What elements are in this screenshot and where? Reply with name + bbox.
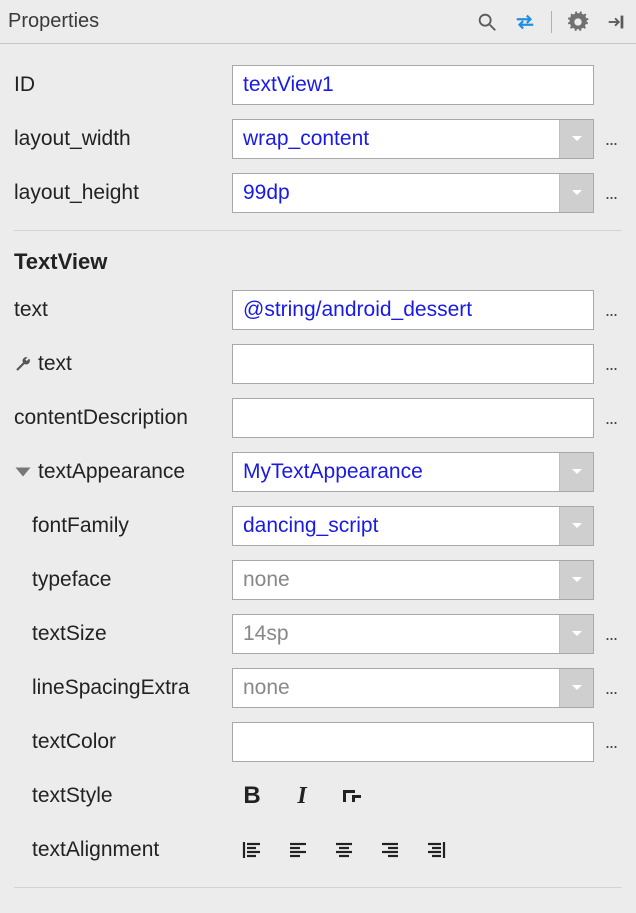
more-button-text-color[interactable]: ...: [600, 732, 622, 753]
row-text-size: textSize ...: [14, 607, 622, 661]
allcaps-toggle-icon[interactable]: [338, 782, 366, 810]
dropdown-arrow-icon[interactable]: [559, 453, 593, 491]
align-center-icon[interactable]: [330, 836, 358, 864]
input-text-size[interactable]: [233, 615, 559, 653]
panel-header: Properties: [0, 0, 636, 44]
input-typeface[interactable]: [233, 561, 559, 599]
row-content-description: contentDescription ...: [14, 391, 622, 445]
dropdown-arrow-icon[interactable]: [559, 561, 593, 599]
label-typeface: typeface: [14, 568, 232, 592]
wrench-icon: [14, 355, 32, 373]
dropdown-arrow-icon[interactable]: [559, 669, 593, 707]
more-button-text[interactable]: ...: [600, 300, 622, 321]
input-layout-height[interactable]: [233, 174, 559, 212]
panel-title: Properties: [8, 10, 475, 33]
input-text[interactable]: [232, 290, 594, 330]
align-view-end-icon[interactable]: [422, 836, 450, 864]
properties-body: ID layout_width ... layout_height ... Te…: [0, 44, 636, 888]
more-button-layout-width[interactable]: ...: [600, 129, 622, 150]
input-text-color[interactable]: [232, 722, 594, 762]
more-button-tools-text[interactable]: ...: [600, 354, 622, 375]
toolbar-divider: [551, 11, 552, 33]
label-font-family: fontFamily: [14, 514, 232, 538]
more-button-content-description[interactable]: ...: [600, 408, 622, 429]
more-button-line-spacing-extra[interactable]: ...: [600, 678, 622, 699]
label-tools-text: text: [14, 352, 232, 376]
label-text-appearance: textAppearance: [14, 460, 232, 484]
row-text-style: textStyle B I: [14, 769, 622, 823]
input-text-appearance[interactable]: [233, 453, 559, 491]
row-tools-text: text ...: [14, 337, 622, 391]
section-divider-bottom: [14, 887, 622, 888]
input-content-description[interactable]: [232, 398, 594, 438]
label-layout-width: layout_width: [14, 127, 232, 151]
label-layout-height: layout_height: [14, 181, 232, 205]
row-text-appearance: textAppearance: [14, 445, 622, 499]
label-tools-text-text: text: [38, 352, 72, 376]
combo-line-spacing-extra[interactable]: [232, 668, 594, 708]
input-font-family[interactable]: [233, 507, 559, 545]
label-content-description: contentDescription: [14, 406, 232, 430]
gear-icon[interactable]: [566, 10, 590, 34]
swap-icon[interactable]: [513, 10, 537, 34]
label-text-size: textSize: [14, 622, 232, 646]
label-text-style: textStyle: [14, 784, 232, 808]
align-view-start-icon[interactable]: [238, 836, 266, 864]
label-text: text: [14, 298, 232, 322]
combo-text-size[interactable]: [232, 614, 594, 654]
row-text-alignment: textAlignment: [14, 823, 622, 877]
align-right-icon[interactable]: [376, 836, 404, 864]
row-id: ID: [14, 58, 622, 112]
more-button-text-size[interactable]: ...: [600, 624, 622, 645]
more-button-layout-height[interactable]: ...: [600, 183, 622, 204]
row-line-spacing-extra: lineSpacingExtra ...: [14, 661, 622, 715]
section-title: TextView: [14, 243, 622, 283]
row-layout-width: layout_width ...: [14, 112, 622, 166]
italic-toggle-icon[interactable]: I: [288, 782, 316, 810]
input-layout-width[interactable]: [233, 120, 559, 158]
input-tools-text[interactable]: [232, 344, 594, 384]
combo-font-family[interactable]: [232, 506, 594, 546]
dropdown-arrow-icon[interactable]: [559, 615, 593, 653]
dropdown-arrow-icon[interactable]: [559, 507, 593, 545]
label-text-color: textColor: [14, 730, 232, 754]
combo-layout-height[interactable]: [232, 173, 594, 213]
row-typeface: typeface: [14, 553, 622, 607]
row-text-color: textColor ...: [14, 715, 622, 769]
align-left-icon[interactable]: [284, 836, 312, 864]
row-text: text ...: [14, 283, 622, 337]
combo-text-appearance[interactable]: [232, 452, 594, 492]
expand-triangle-icon[interactable]: [14, 463, 32, 481]
section-divider: [14, 230, 622, 231]
combo-layout-width[interactable]: [232, 119, 594, 159]
bold-toggle-icon[interactable]: B: [238, 782, 266, 810]
minimize-icon[interactable]: [604, 10, 628, 34]
combo-typeface[interactable]: [232, 560, 594, 600]
dropdown-arrow-icon[interactable]: [559, 120, 593, 158]
label-text-alignment: textAlignment: [14, 838, 232, 862]
header-toolbar: [475, 10, 628, 34]
label-text-appearance-text: textAppearance: [38, 460, 185, 484]
dropdown-arrow-icon[interactable]: [559, 174, 593, 212]
input-id[interactable]: [232, 65, 594, 105]
row-layout-height: layout_height ...: [14, 166, 622, 220]
input-line-spacing-extra[interactable]: [233, 669, 559, 707]
row-font-family: fontFamily: [14, 499, 622, 553]
search-icon[interactable]: [475, 10, 499, 34]
label-line-spacing-extra: lineSpacingExtra: [14, 676, 232, 700]
label-id: ID: [14, 73, 232, 97]
